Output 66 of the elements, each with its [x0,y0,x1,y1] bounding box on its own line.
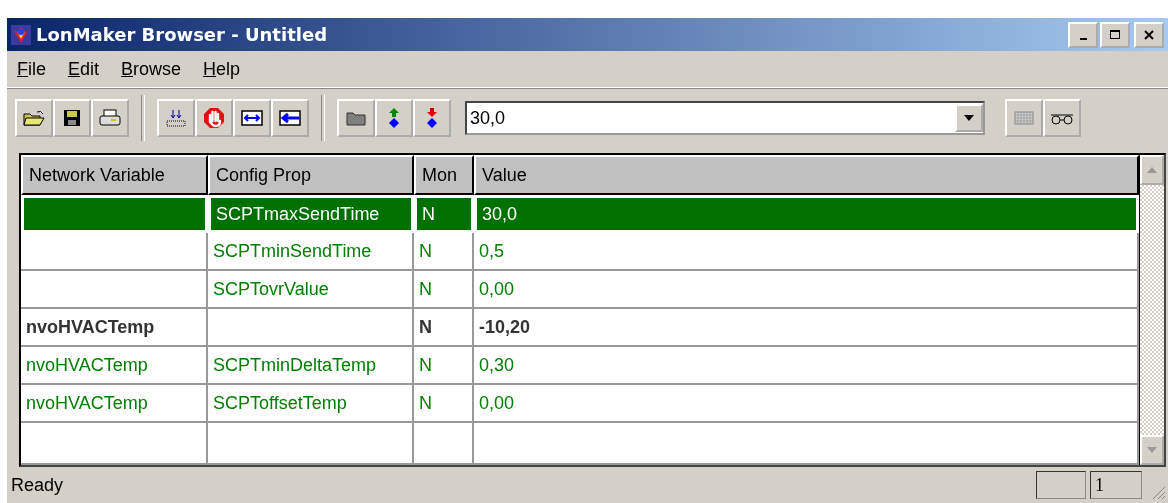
stop-hand-icon [203,107,225,129]
stop-button[interactable] [195,99,233,137]
close-button[interactable] [1134,21,1164,48]
scroll-up-icon [1147,167,1157,173]
menu-item[interactable]: File [17,58,46,80]
table-cell: nvoHVACTemp [21,347,208,385]
table-cell: SCPToffsetTemp [208,385,414,423]
resize-grip-icon [1150,484,1166,500]
column-header[interactable]: Value [474,155,1139,195]
table-cell: nvoHVACTemp [21,385,208,423]
grid-icon [1014,111,1034,125]
table-cell: N [414,309,474,347]
scroll-down-icon [1147,447,1157,453]
print-button[interactable] [91,99,129,137]
minimize-icon [1079,37,1087,40]
folder-icon [346,110,366,126]
window-title: LonMaker Browser - Untitled [36,24,327,45]
up-arrow-button[interactable] [375,99,413,137]
app-logo-icon [11,24,31,45]
left-arrow-button[interactable] [271,99,309,137]
table-cell: -10,20 [474,309,1139,347]
glasses-button[interactable] [1043,99,1081,137]
keyboard-arrows-button[interactable] [157,99,195,137]
open-folder-icon [23,109,45,127]
table-cell: SCPTovrValue [208,271,414,309]
table-cell: N [414,271,474,309]
column-header[interactable]: Mon [414,155,474,195]
table-cell: SCPTminSendTime [208,233,414,271]
table-cell: 0,5 [474,233,1139,271]
double-arrow-button[interactable] [233,99,271,137]
close-icon [1144,29,1154,40]
column-header[interactable]: Config Prop [208,155,414,195]
status-text: Ready [11,474,65,496]
menu-item[interactable]: Edit [68,58,100,80]
save-button[interactable] [53,99,91,137]
vertical-scrollbar[interactable] [1139,155,1164,465]
table-cell: N [414,347,474,385]
maximize-button[interactable] [1100,21,1130,48]
value-combo[interactable]: 30,0 [465,101,985,135]
down-arrow-button[interactable] [413,99,451,137]
table-cell: 0,00 [474,271,1139,309]
glasses-icon [1049,111,1075,125]
table-cell: 0,30 [474,347,1139,385]
selected-cell: N [414,195,474,233]
table-cell: nvoHVACTemp [21,309,208,347]
up-arrow-diamond-icon [388,107,400,129]
selected-cell: SCPTmaxSendTime [208,195,414,233]
menu-item[interactable]: Browse [121,58,182,80]
down-arrow-diamond-icon [426,107,438,129]
table-cell: 0,00 [474,385,1139,423]
menu-item[interactable]: Help [203,58,241,80]
arrows-into-keyboard-icon [166,109,186,127]
maximize-icon [1110,29,1120,40]
table-cell: SCPTminDeltaTemp [208,347,414,385]
status-panel [1036,471,1086,499]
table-cell: N [414,233,474,271]
status-panel: 1 [1090,471,1142,499]
open-button[interactable] [15,99,53,137]
dropdown-arrow-icon [964,115,974,121]
left-arrow-icon [279,109,301,127]
selected-cell: 30,0 [474,195,1139,233]
folder-button[interactable] [337,99,375,137]
column-header[interactable]: Network Variable [21,155,208,195]
empty-cell [414,423,474,465]
table-cell: N [414,385,474,423]
printer-icon [99,109,121,127]
